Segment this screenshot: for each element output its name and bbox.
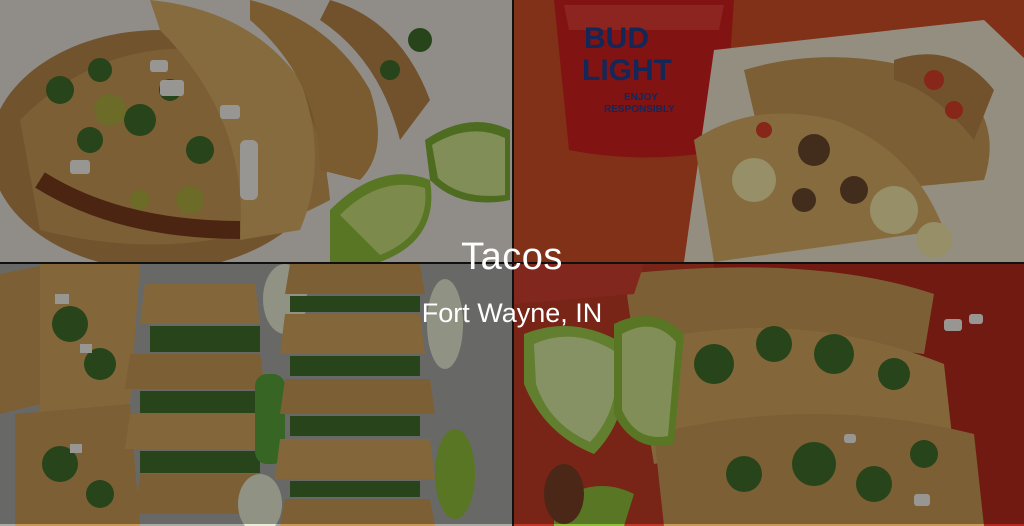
location-subtitle: Fort Wayne, IN — [421, 298, 603, 328]
page-title: Tacos — [461, 236, 563, 278]
